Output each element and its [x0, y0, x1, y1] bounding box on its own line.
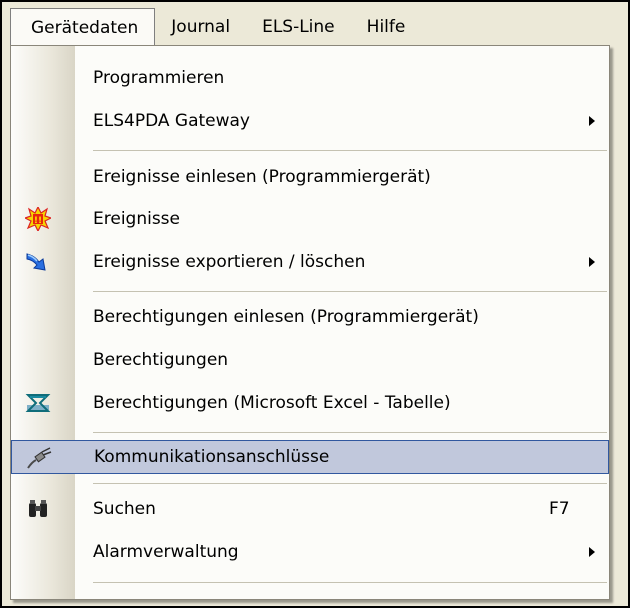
menu-item-berechtigungen-excel[interactable]: Berechtigungen (Microsoft Excel - Tabell…	[11, 386, 609, 420]
connector-icon	[26, 446, 52, 470]
menu-item-suchen[interactable]: Suchen F7	[11, 492, 609, 526]
menu-item-programmieren[interactable]: Programmieren	[11, 61, 609, 95]
submenu-arrow-icon	[589, 116, 595, 126]
menu-els-line[interactable]: ELS-Line	[246, 8, 351, 46]
menu-separator	[93, 432, 607, 433]
menu-geraetedaten[interactable]: Gerätedaten	[10, 8, 156, 46]
menu-item-ereignisse-exportieren[interactable]: Ereignisse exportieren / löschen	[11, 245, 609, 279]
menu-separator	[93, 582, 607, 583]
submenu-arrow-icon	[589, 257, 595, 267]
menu-item-ereignisse[interactable]: !! Ereignisse	[11, 202, 609, 236]
menu-hilfe[interactable]: Hilfe	[351, 8, 422, 46]
menu-separator	[93, 150, 607, 151]
application-window: Gerätedaten Journal ELS-Line Hilfe Progr…	[0, 0, 630, 608]
menu-item-berechtigungen[interactable]: Berechtigungen	[11, 343, 609, 377]
menu-separator	[93, 291, 607, 292]
menu-journal[interactable]: Journal	[155, 8, 246, 46]
app-right-edge	[610, 46, 628, 606]
menu-item-els4pda-gateway[interactable]: ELS4PDA Gateway	[11, 104, 609, 138]
menu-bar: Gerätedaten Journal ELS-Line Hilfe	[10, 8, 421, 46]
binoculars-icon	[25, 497, 51, 521]
svg-text:!!: !!	[34, 216, 42, 226]
menu-separator	[93, 483, 607, 484]
menu-item-alarmverwaltung[interactable]: Alarmverwaltung	[11, 535, 609, 569]
alert-burst-icon: !!	[25, 207, 51, 231]
app-left-edge	[2, 46, 10, 606]
menu-item-berechtigungen-einlesen[interactable]: Berechtigungen einlesen (Programmiergerä…	[11, 300, 609, 334]
menu-item-kommunikationsanschluesse[interactable]: Kommunikationsanschlüsse	[11, 440, 609, 474]
excel-icon	[25, 391, 51, 415]
shortcut-label: F7	[549, 499, 570, 519]
geraetedaten-dropdown: Programmieren ELS4PDA Gateway Ereignisse…	[10, 45, 610, 600]
menu-item-ereignisse-einlesen[interactable]: Ereignisse einlesen (Programmiergerät)	[11, 160, 609, 194]
arrow-export-icon	[25, 250, 51, 274]
submenu-arrow-icon	[589, 547, 595, 557]
